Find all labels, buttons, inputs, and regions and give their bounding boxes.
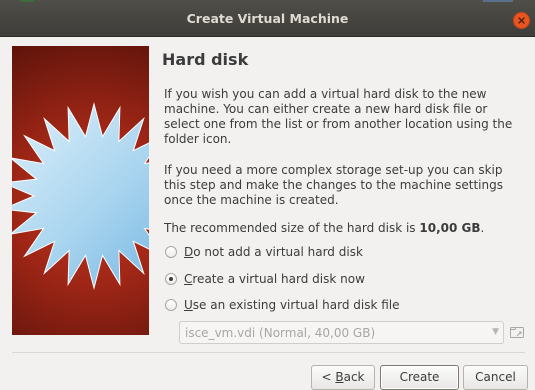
recommended-size-text: The recommended size of the hard disk is…: [164, 221, 526, 236]
close-icon: [518, 17, 525, 24]
radio-existing-disk[interactable]: [165, 299, 177, 311]
advice-paragraph: If you need a more complex storage set-u…: [164, 163, 503, 207]
recommended-size-value: 10,00 GB: [419, 221, 481, 235]
background-sliver: [20, 0, 34, 2]
mnemonic-letter: U: [184, 298, 193, 312]
recommended-prefix: The recommended size of the hard disk is: [164, 221, 420, 235]
radio-create-disk[interactable]: [165, 273, 177, 285]
back-mnemonic: B: [335, 370, 344, 384]
window-title: Create Virtual Machine: [186, 11, 349, 26]
disk-file-select[interactable]: isce_vm.vdi (Normal, 40,00 GB) ▼: [179, 321, 504, 344]
close-button[interactable]: [513, 12, 530, 29]
background-sliver: [483, 0, 513, 2]
mnemonic-letter: D: [184, 245, 194, 259]
starburst-logo-icon: [12, 102, 149, 290]
wizard-side-image: [12, 46, 149, 335]
title-bar: Create Virtual Machine: [0, 0, 535, 37]
radio-no-disk[interactable]: [165, 246, 177, 258]
option-existing-disk[interactable]: Use an existing virtual hard disk file: [165, 297, 400, 313]
page-title: Hard disk: [162, 50, 249, 69]
chevron-down-icon: ▼: [492, 327, 499, 337]
option-label-rest: o not add a virtual hard disk: [193, 245, 363, 259]
back-label-rest: ack: [343, 370, 365, 384]
button-separator: [12, 352, 525, 353]
back-button[interactable]: < Back: [311, 365, 375, 390]
option-label: Use an existing virtual hard disk file: [184, 298, 400, 312]
create-button[interactable]: Create: [380, 365, 459, 390]
description-paragraph: If you wish you can add a virtual hard d…: [164, 87, 513, 146]
option-label: Create a virtual hard disk now: [184, 272, 365, 286]
option-label: Do not add a virtual hard disk: [184, 245, 363, 259]
option-create-disk[interactable]: Create a virtual hard disk now: [165, 271, 365, 287]
option-no-disk[interactable]: Do not add a virtual hard disk: [165, 244, 363, 260]
option-label-rest: reate a virtual hard disk now: [192, 272, 365, 286]
choose-disk-file-button[interactable]: [509, 324, 525, 340]
cancel-button[interactable]: Cancel: [463, 365, 528, 390]
folder-icon: [510, 327, 524, 338]
disk-file-select-value: isce_vm.vdi (Normal, 40,00 GB): [185, 326, 376, 340]
option-label-rest: se an existing virtual hard disk file: [192, 298, 400, 312]
back-arrow-text: <: [321, 370, 336, 384]
starburst-shape: [12, 102, 149, 290]
recommended-suffix: .: [480, 221, 485, 235]
